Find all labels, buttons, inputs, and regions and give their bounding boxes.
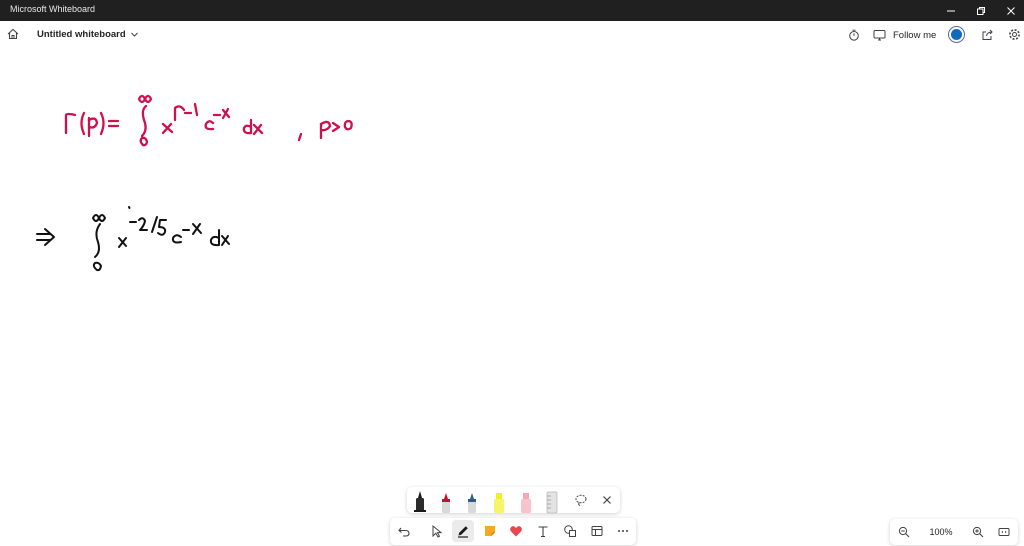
inking-toolbox: [407, 487, 620, 514]
select-button[interactable]: [426, 520, 448, 542]
shapes-button[interactable]: [559, 520, 581, 542]
share-icon[interactable]: [981, 28, 994, 41]
app-header: Untitled whiteboard Follow me: [0, 21, 1024, 48]
pink-highlighter-icon[interactable]: [520, 490, 532, 514]
select-icon: [432, 524, 443, 538]
more-icon: [618, 530, 628, 532]
red-pen-icon[interactable]: [440, 490, 452, 514]
title-bar: Microsoft Whiteboard: [0, 0, 1024, 21]
timer-icon[interactable]: [848, 29, 860, 41]
restore-icon: [977, 6, 985, 15]
undo-button[interactable]: [393, 520, 415, 542]
heart-icon: [510, 526, 522, 537]
zoom-out-icon: [898, 526, 910, 538]
minimize-icon: [947, 10, 955, 11]
window-title: Microsoft Whiteboard: [10, 4, 96, 14]
black-pen-icon[interactable]: [414, 488, 426, 512]
minimize-button[interactable]: [935, 0, 967, 21]
fit-to-screen-button[interactable]: [996, 524, 1012, 540]
text-icon: [538, 526, 548, 538]
zoom-level[interactable]: 100%: [928, 527, 954, 537]
text-button[interactable]: [532, 520, 554, 542]
zoom-in-icon: [972, 526, 984, 538]
zoom-out-button[interactable]: [896, 524, 912, 540]
close-icon: [603, 496, 611, 504]
whiteboard-canvas[interactable]: [0, 48, 1024, 546]
sticky-note-icon: [485, 526, 495, 536]
more-options-button[interactable]: [612, 520, 634, 542]
present-icon[interactable]: [873, 29, 886, 41]
close-icon: [1007, 6, 1015, 15]
avatar[interactable]: [948, 26, 965, 43]
restore-button[interactable]: [965, 0, 997, 21]
zoom-controls: 100%: [890, 519, 1018, 545]
fit-screen-icon: [998, 528, 1010, 536]
home-icon[interactable]: [6, 27, 20, 41]
chevron-down-icon[interactable]: [130, 30, 139, 39]
ruler-icon[interactable]: [546, 490, 558, 514]
blue-pen-icon[interactable]: [466, 490, 478, 514]
shapes-icon: [564, 525, 576, 537]
lasso-button[interactable]: [570, 489, 592, 511]
templates-button[interactable]: [586, 520, 608, 542]
reactions-button[interactable]: [505, 520, 527, 542]
pen-button[interactable]: [452, 520, 474, 542]
lasso-icon: [575, 494, 587, 506]
sticky-note-button[interactable]: [479, 520, 501, 542]
templates-icon: [591, 526, 603, 536]
zoom-in-button[interactable]: [970, 524, 986, 540]
gear-icon[interactable]: [1008, 28, 1021, 41]
yellow-highlighter-icon[interactable]: [493, 490, 505, 514]
ink-strokes[interactable]: [0, 48, 1024, 546]
board-name[interactable]: Untitled whiteboard: [37, 29, 126, 40]
follow-me-button[interactable]: Follow me: [893, 30, 936, 41]
pen-icon: [458, 526, 468, 538]
undo-icon: [398, 527, 410, 537]
main-toolbar: [390, 518, 636, 545]
close-window-button[interactable]: [995, 0, 1024, 21]
close-toolbox-button[interactable]: [596, 489, 618, 511]
